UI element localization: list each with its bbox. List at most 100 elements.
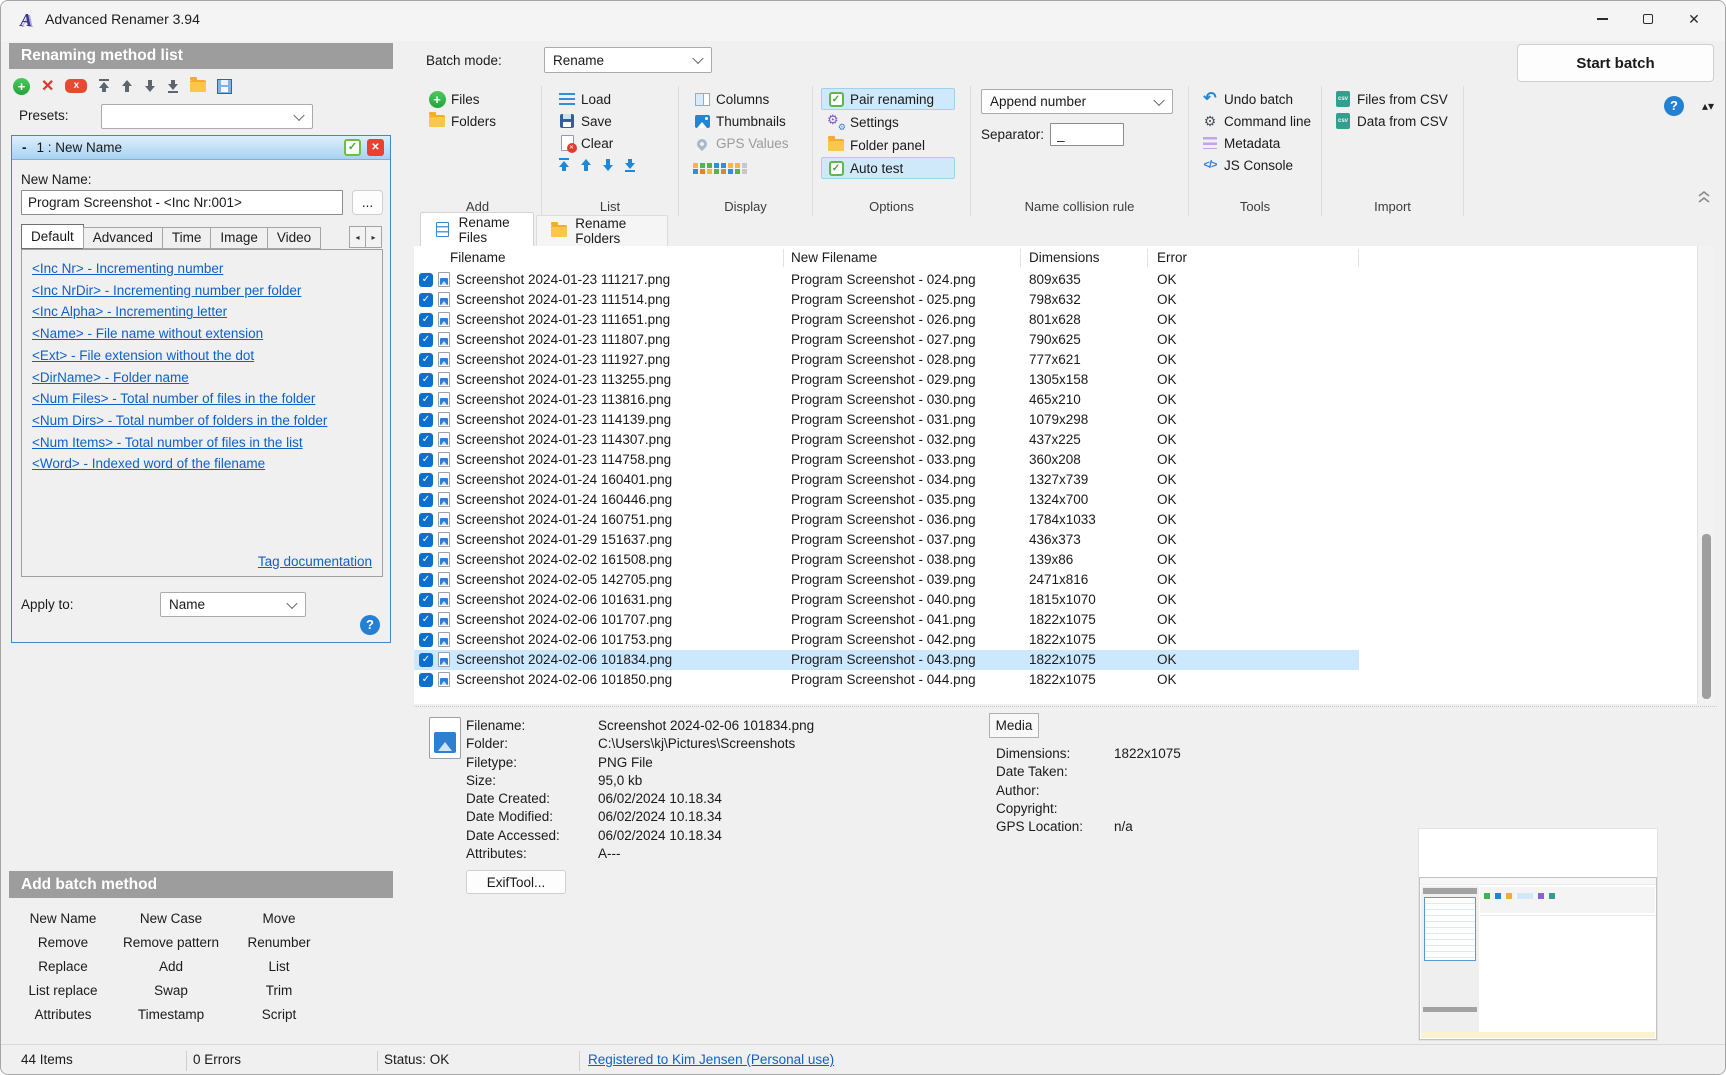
method-enabled-checkbox[interactable]: ✓ <box>344 139 361 156</box>
vertical-scrollbar[interactable] <box>1697 246 1715 704</box>
row-checkbox[interactable]: ✓ <box>419 473 433 487</box>
thumbnails-button[interactable]: Thumbnails <box>691 110 812 132</box>
save-method-list-button[interactable] <box>217 79 232 94</box>
tag-link[interactable]: <Num Items> - Total number of files in t… <box>32 432 303 454</box>
auto-test-toggle[interactable]: ✓Auto test <box>821 157 955 179</box>
add-method-new-case[interactable]: New Case <box>117 906 225 930</box>
row-checkbox[interactable]: ✓ <box>419 613 433 627</box>
tab-default[interactable]: Default <box>21 224 84 249</box>
row-checkbox[interactable]: ✓ <box>419 513 433 527</box>
gps-values-button[interactable]: GPS Values <box>691 132 812 154</box>
row-checkbox[interactable]: ✓ <box>419 293 433 307</box>
registered-link[interactable]: Registered to Kim Jensen (Personal use) <box>588 1052 834 1067</box>
tag-link[interactable]: <Name> - File name without extension <box>32 323 263 345</box>
add-method-list-replace[interactable]: List replace <box>9 978 117 1002</box>
row-checkbox[interactable]: ✓ <box>419 373 433 387</box>
pair-renaming-toggle[interactable]: ✓Pair renaming <box>821 88 955 110</box>
close-button[interactable]: ✕ <box>1671 3 1717 35</box>
table-row[interactable]: ✓Screenshot 2024-02-06 101707.pngProgram… <box>414 610 1359 630</box>
presets-select[interactable] <box>101 104 313 129</box>
remove-method-button[interactable]: ✕ <box>41 76 54 96</box>
tag-link[interactable]: <Inc NrDir> - Incrementing number per fo… <box>32 280 301 302</box>
open-method-list-button[interactable] <box>190 80 206 92</box>
load-list-button[interactable]: Load <box>556 88 678 110</box>
column-header-error[interactable]: Error <box>1157 246 1187 270</box>
table-row[interactable]: ✓Screenshot 2024-01-23 113816.pngProgram… <box>414 390 1359 410</box>
method-help-button[interactable]: ? <box>360 615 380 635</box>
add-method-new-name[interactable]: New Name <box>9 906 117 930</box>
add-method-add[interactable]: Add <box>117 954 225 978</box>
row-checkbox[interactable]: ✓ <box>419 433 433 447</box>
row-checkbox[interactable]: ✓ <box>419 673 433 687</box>
row-checkbox[interactable]: ✓ <box>419 393 433 407</box>
tag-link[interactable]: <Ext> - File extension without the dot <box>32 345 254 367</box>
column-divider[interactable] <box>1358 249 1359 267</box>
row-checkbox[interactable]: ✓ <box>419 533 433 547</box>
table-row[interactable]: ✓Screenshot 2024-01-24 160401.pngProgram… <box>414 470 1359 490</box>
move-file-up-button[interactable] <box>580 158 592 175</box>
tab-advanced[interactable]: Advanced <box>83 227 163 249</box>
tag-link[interactable]: <Inc Alpha> - Incrementing letter <box>32 301 227 323</box>
add-method-attributes[interactable]: Attributes <box>9 1002 117 1026</box>
table-row[interactable]: ✓Screenshot 2024-02-05 142705.pngProgram… <box>414 570 1359 590</box>
add-files-button[interactable]: +Files <box>426 88 541 110</box>
row-checkbox[interactable]: ✓ <box>419 273 433 287</box>
view-mode-tiles-icon[interactable] <box>707 163 712 168</box>
view-mode-list-icon[interactable] <box>735 163 740 168</box>
tag-link[interactable]: <Num Files> - Total number of files in t… <box>32 388 315 410</box>
add-method-timestamp[interactable]: Timestamp <box>117 1002 225 1026</box>
tab-video[interactable]: Video <box>267 227 321 249</box>
clear-list-button[interactable]: Clear <box>556 132 678 154</box>
row-checkbox[interactable]: ✓ <box>419 633 433 647</box>
apply-to-select[interactable]: Name <box>160 592 306 617</box>
add-method-script[interactable]: Script <box>225 1002 333 1026</box>
row-checkbox[interactable]: ✓ <box>419 573 433 587</box>
add-method-renumber[interactable]: Renumber <box>225 930 333 954</box>
add-method-move[interactable]: Move <box>225 906 333 930</box>
table-row[interactable]: ✓Screenshot 2024-02-06 101834.pngProgram… <box>414 650 1359 670</box>
table-row[interactable]: ✓Screenshot 2024-01-24 160446.pngProgram… <box>414 490 1359 510</box>
js-console-button[interactable]: </>JS Console <box>1199 154 1321 176</box>
column-divider[interactable] <box>1020 249 1021 267</box>
row-checkbox[interactable]: ✓ <box>419 453 433 467</box>
new-name-input[interactable] <box>21 190 343 215</box>
method-titlebar[interactable]: - 1 : New Name ✓ ✕ <box>12 136 390 160</box>
column-divider[interactable] <box>783 249 784 267</box>
row-checkbox[interactable]: ✓ <box>419 653 433 667</box>
method-delete-button[interactable]: ✕ <box>367 139 384 156</box>
separator-input[interactable] <box>1050 123 1124 146</box>
tag-link[interactable]: <Num Dirs> - Total number of folders in … <box>32 410 327 432</box>
table-row[interactable]: ✓Screenshot 2024-01-23 111807.pngProgram… <box>414 330 1359 350</box>
tab-scroll-right-button[interactable]: ▸ <box>365 226 382 248</box>
add-folders-button[interactable]: Folders <box>426 110 541 132</box>
help-dropdown-caret[interactable]: ▴︎▾ <box>1702 99 1714 113</box>
table-row[interactable]: ✓Screenshot 2024-01-23 111651.pngProgram… <box>414 310 1359 330</box>
row-checkbox[interactable]: ✓ <box>419 593 433 607</box>
row-checkbox[interactable]: ✓ <box>419 413 433 427</box>
data-from-csv-button[interactable]: csvData from CSV <box>1332 110 1463 132</box>
table-row[interactable]: ✓Screenshot 2024-01-23 111217.pngProgram… <box>414 270 1359 290</box>
column-header-dimensions[interactable]: Dimensions <box>1029 246 1100 270</box>
tag-link[interactable]: <Inc Nr> - Incrementing number <box>32 258 223 280</box>
tab-time[interactable]: Time <box>162 227 212 249</box>
save-list-button[interactable]: Save <box>556 110 678 132</box>
column-divider[interactable] <box>1147 249 1148 267</box>
column-header-filename[interactable]: Filename <box>450 246 506 270</box>
move-method-up-button[interactable] <box>121 79 133 93</box>
add-method-swap[interactable]: Swap <box>117 978 225 1002</box>
row-checkbox[interactable]: ✓ <box>419 333 433 347</box>
move-file-bottom-button[interactable] <box>624 158 636 175</box>
minimize-button[interactable] <box>1579 3 1625 35</box>
files-from-csv-button[interactable]: csvFiles from CSV <box>1332 88 1463 110</box>
view-mode-grid-icon[interactable] <box>721 163 726 168</box>
command-line-button[interactable]: ⚙Command line <box>1199 110 1321 132</box>
table-row[interactable]: ✓Screenshot 2024-01-24 160751.pngProgram… <box>414 510 1359 530</box>
table-row[interactable]: ✓Screenshot 2024-02-02 161508.pngProgram… <box>414 550 1359 570</box>
collision-rule-select[interactable]: Append number <box>981 89 1173 114</box>
settings-button[interactable]: ⚙⚙Settings <box>821 111 955 133</box>
view-mode-detail-icon[interactable] <box>693 163 698 168</box>
table-row[interactable]: ✓Screenshot 2024-01-23 111514.pngProgram… <box>414 290 1359 310</box>
undo-batch-button[interactable]: ↶Undo batch <box>1199 88 1321 110</box>
add-method-remove-pattern[interactable]: Remove pattern <box>117 930 225 954</box>
tag-link[interactable]: <DirName> - Folder name <box>32 367 189 389</box>
